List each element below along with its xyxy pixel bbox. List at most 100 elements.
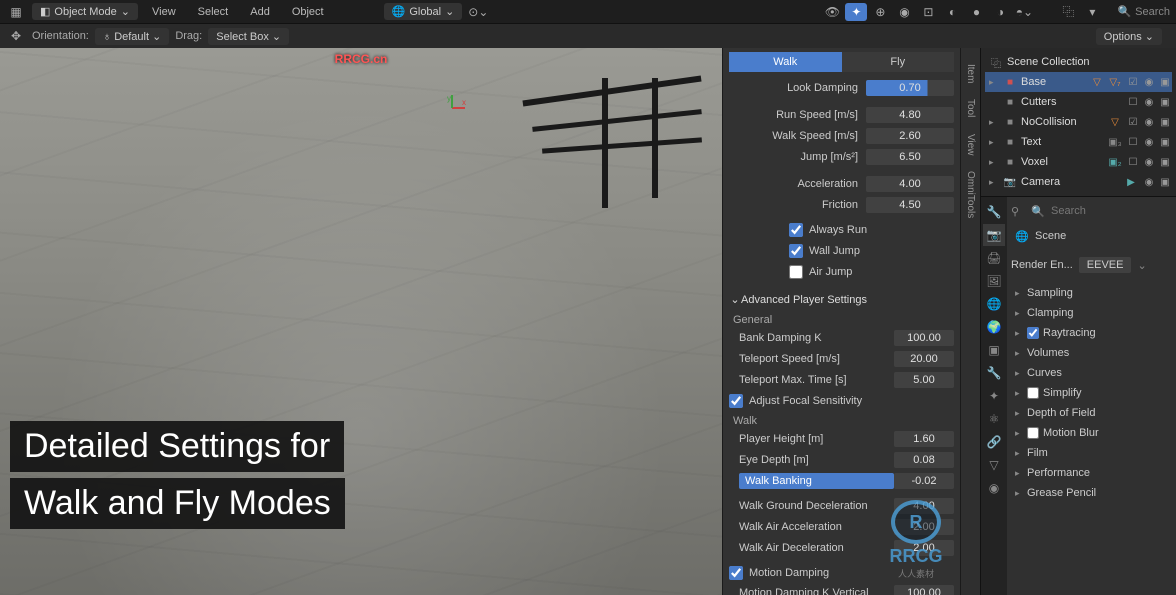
chevron-right-icon[interactable]: ▸ xyxy=(989,157,999,168)
teleport-speed-value[interactable]: 20.00 xyxy=(894,351,954,367)
adjust-focal-row[interactable]: Adjust Focal Sensitivity xyxy=(729,391,954,411)
options-button[interactable]: Options ⌄ xyxy=(1096,28,1162,45)
section-volumes[interactable]: ▸Volumes xyxy=(1011,343,1172,363)
menu-add[interactable]: Add xyxy=(242,4,278,20)
exclude-checkbox[interactable]: ☐ xyxy=(1126,135,1140,149)
ptab-modifier[interactable]: 🔧 xyxy=(983,362,1005,384)
render-icon[interactable]: ▣ xyxy=(1158,175,1172,189)
tab-item[interactable]: Item xyxy=(963,56,978,91)
cursor-icon[interactable]: ✥ xyxy=(6,27,26,45)
mode-dropdown[interactable]: ◧ Object Mode ⌄ xyxy=(32,3,138,20)
eye-icon[interactable]: ◉ xyxy=(1142,115,1156,129)
exclude-checkbox[interactable]: ☑ xyxy=(1126,75,1140,89)
tree-row-base[interactable]: ▸ ■ Base ▽ ▽₇ ☑◉▣ xyxy=(985,72,1172,92)
section-performance[interactable]: ▸Performance xyxy=(1011,463,1172,483)
section-film[interactable]: ▸Film xyxy=(1011,443,1172,463)
matprev-icon[interactable]: ◑ xyxy=(989,3,1011,21)
eye-icon[interactable]: ◉ xyxy=(1142,135,1156,149)
player-height-value[interactable]: 1.60 xyxy=(894,431,954,447)
tab-omnitools[interactable]: OmniTools xyxy=(963,163,978,226)
section-simplify[interactable]: ▸Simplify xyxy=(1011,383,1172,403)
ptab-output[interactable]: 🖨 xyxy=(983,247,1005,269)
exclude-checkbox[interactable]: ☐ xyxy=(1126,95,1140,109)
ptab-world[interactable]: 🌍 xyxy=(983,316,1005,338)
filter-icon[interactable]: ▾ xyxy=(1081,3,1103,21)
section-curves[interactable]: ▸Curves xyxy=(1011,363,1172,383)
tree-row-text[interactable]: ▸ ■ Text ▣₃ ☐◉▣ xyxy=(985,132,1172,152)
render-icon[interactable]: ▣ xyxy=(1158,75,1172,89)
acceleration-value[interactable]: 4.00 xyxy=(866,176,954,192)
advanced-player-header[interactable]: ⌄Advanced Player Settings xyxy=(729,289,954,310)
eye-icon[interactable]: ◉ xyxy=(1142,155,1156,169)
solid-icon[interactable]: ● xyxy=(965,3,987,21)
scene-breadcrumb[interactable]: 🌐 Scene xyxy=(1011,225,1172,247)
render-icon[interactable]: ▣ xyxy=(1158,115,1172,129)
air-jump-row[interactable]: Air Jump xyxy=(729,262,954,281)
teleport-time-value[interactable]: 5.00 xyxy=(894,372,954,388)
tab-fly[interactable]: Fly xyxy=(842,52,955,72)
drag-dd[interactable]: Select Box ⌄ xyxy=(208,28,289,45)
tab-walk[interactable]: Walk xyxy=(729,52,842,72)
walk-banking-value[interactable]: -0.02 xyxy=(894,473,954,489)
tree-row-nocollision[interactable]: ▸ ■ NoCollision ▽ ☑◉▣ xyxy=(985,112,1172,132)
walk-banking-label[interactable]: Walk Banking xyxy=(739,473,894,489)
section-sampling[interactable]: ▸Sampling xyxy=(1011,283,1172,303)
adjust-focal-checkbox[interactable] xyxy=(729,394,743,408)
eye-icon[interactable]: ◉ xyxy=(1142,75,1156,89)
render-icon[interactable]: ▣ xyxy=(1158,135,1172,149)
render-icon[interactable]: ▣ xyxy=(1158,95,1172,109)
walk-air-decel-value[interactable]: 2.00 xyxy=(894,540,954,556)
always-run-checkbox[interactable] xyxy=(789,223,803,237)
motion-damping-checkbox[interactable] xyxy=(729,566,743,580)
section-grease-pencil[interactable]: ▸Grease Pencil xyxy=(1011,483,1172,503)
rendered-icon[interactable]: ◓⌄ xyxy=(1013,3,1035,21)
chevron-right-icon[interactable]: ▸ xyxy=(989,77,999,88)
section-checkbox[interactable] xyxy=(1027,327,1039,339)
section-checkbox[interactable] xyxy=(1027,427,1039,439)
props-search[interactable]: ⚲ 🔍 Search xyxy=(1011,201,1172,221)
outliner-editor-icon[interactable]: ⿻ xyxy=(1057,3,1079,21)
ptab-tool[interactable]: 🔧 xyxy=(983,201,1005,223)
wall-jump-row[interactable]: Wall Jump xyxy=(729,241,954,260)
wall-jump-checkbox[interactable] xyxy=(789,244,803,258)
section-depth-of-field[interactable]: ▸Depth of Field xyxy=(1011,403,1172,423)
tree-row-camera[interactable]: ▸ 📷 Camera ▶ ◉▣ xyxy=(985,172,1172,192)
chevron-right-icon[interactable]: ▸ xyxy=(989,117,999,128)
walk-air-accel-value[interactable]: 2.00 xyxy=(894,519,954,535)
pin-icon[interactable]: ⚲ xyxy=(1011,205,1027,218)
xray-icon[interactable]: ⊡ xyxy=(917,3,939,21)
jump-value[interactable]: 6.50 xyxy=(866,149,954,165)
ptab-viewlayer[interactable]: 🖼 xyxy=(983,270,1005,292)
orientation-dropdown[interactable]: 🌐 Global ⌄ xyxy=(384,3,463,20)
section-raytracing[interactable]: ▸Raytracing xyxy=(1011,323,1172,343)
menu-view[interactable]: View xyxy=(144,4,184,20)
ptab-data[interactable]: ▽ xyxy=(983,454,1005,476)
ptab-object[interactable]: ▣ xyxy=(983,339,1005,361)
menu-select[interactable]: Select xyxy=(190,4,237,20)
bank-damping-value[interactable]: 100.00 xyxy=(894,330,954,346)
ptab-physics[interactable]: ⚛ xyxy=(983,408,1005,430)
outliner-search[interactable]: 🔍 Search xyxy=(1117,5,1170,18)
editor-type-icon[interactable]: ▦ xyxy=(6,3,26,21)
friction-value[interactable]: 4.50 xyxy=(866,197,954,213)
eye-depth-value[interactable]: 0.08 xyxy=(894,452,954,468)
chevron-right-icon[interactable]: ▸ xyxy=(989,137,999,148)
ptab-particle[interactable]: ✦ xyxy=(983,385,1005,407)
orientation-dd[interactable]: ♁ Default ⌄ xyxy=(95,28,169,45)
ptab-constraint[interactable]: 🔗 xyxy=(983,431,1005,453)
motion-damping-v-value[interactable]: 100.00 xyxy=(894,585,954,595)
eye-icon[interactable]: ◉ xyxy=(1142,95,1156,109)
3d-viewport[interactable]: xy RRCG.cn Detailed Settings for Walk an… xyxy=(0,48,722,595)
eye-icon[interactable]: ◉ xyxy=(1142,175,1156,189)
tree-row-cutters[interactable]: ■ Cutters ☐◉▣ xyxy=(985,92,1172,112)
exclude-checkbox[interactable]: ☐ xyxy=(1126,155,1140,169)
section-motion-blur[interactable]: ▸Motion Blur xyxy=(1011,423,1172,443)
eye-icon[interactable]: 👁 xyxy=(821,3,843,21)
gizmo-icon[interactable]: ⊕ xyxy=(869,3,891,21)
motion-damping-row[interactable]: Motion Damping xyxy=(729,563,954,583)
chevron-right-icon[interactable]: ▸ xyxy=(989,177,999,188)
tree-row-voxel[interactable]: ▸ ■ Voxel ▣₂ ☐◉▣ xyxy=(985,152,1172,172)
tab-view[interactable]: View xyxy=(963,126,978,164)
walk-ground-decel-value[interactable]: 4.00 xyxy=(894,498,954,514)
ptab-scene[interactable]: 🌐 xyxy=(983,293,1005,315)
